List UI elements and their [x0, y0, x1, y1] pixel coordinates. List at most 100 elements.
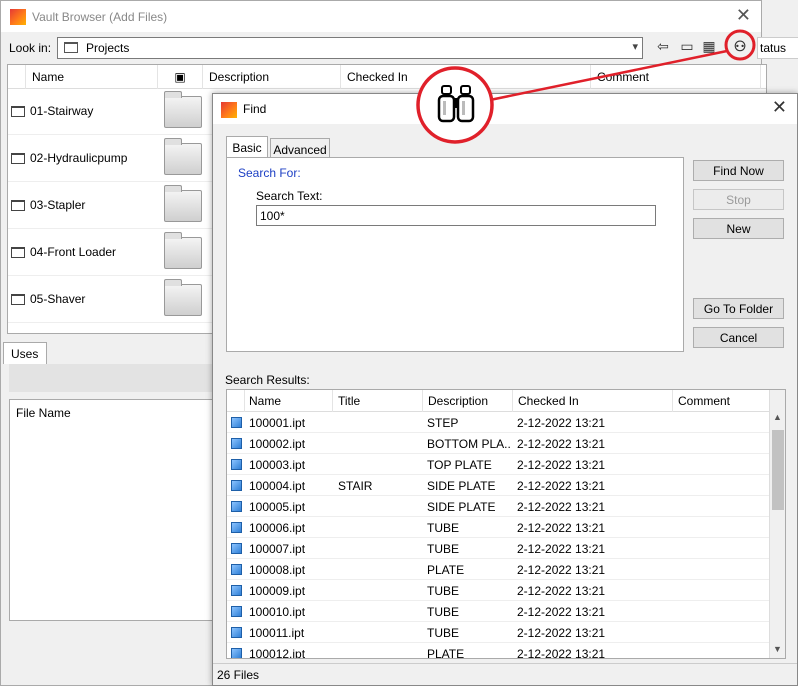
result-row[interactable]: 100006.ipt TUBE 2-12-2022 13:21 — [227, 517, 770, 538]
back-arrow-icon[interactable]: ⇦ — [653, 38, 673, 56]
vault-title-bar: Vault Browser (Add Files) ✕ — [1, 1, 761, 32]
result-row[interactable]: 100012.ipt PLATE 2-12-2022 13:21 — [227, 643, 770, 659]
result-row[interactable]: 100007.ipt TUBE 2-12-2022 13:21 — [227, 538, 770, 559]
result-row[interactable]: 100004.ipt STAIR SIDE PLATE 2-12-2022 13:21 — [227, 475, 770, 496]
result-description: TUBE — [427, 584, 460, 598]
folder-icon — [64, 42, 78, 53]
result-description: TUBE — [427, 626, 460, 640]
up-folder-icon[interactable]: ▭ — [677, 38, 697, 56]
folder-name: 03-Stapler — [30, 198, 86, 212]
result-description: TOP PLATE — [427, 458, 492, 472]
status-column-header[interactable]: tatus — [757, 37, 798, 59]
result-row[interactable]: 100003.ipt TOP PLATE 2-12-2022 13:21 — [227, 454, 770, 475]
search-text-input[interactable] — [256, 205, 656, 226]
vertical-scrollbar[interactable]: ▲ ▼ — [769, 390, 785, 658]
result-row[interactable]: 100008.ipt PLATE 2-12-2022 13:21 — [227, 559, 770, 580]
result-description: PLATE — [427, 563, 465, 577]
find-dialog-title: Find — [243, 102, 267, 116]
result-name: 100010.ipt — [249, 605, 306, 619]
result-name: 100012.ipt — [249, 647, 306, 659]
result-checked-in: 2-12-2022 13:21 — [517, 605, 606, 619]
result-row[interactable]: 100002.ipt BOTTOM PLA... 2-12-2022 13:21 — [227, 433, 770, 454]
stop-button[interactable]: Stop — [693, 189, 784, 210]
folder-icon — [11, 153, 25, 164]
result-name: 100008.ipt — [249, 563, 306, 577]
column-checked-in[interactable]: Checked In — [513, 390, 673, 412]
column-name[interactable]: Name — [26, 65, 158, 89]
result-name: 100003.ipt — [249, 458, 306, 472]
result-checked-in: 2-12-2022 13:21 — [517, 458, 606, 472]
new-search-button[interactable]: New — [693, 218, 784, 239]
chevron-down-icon[interactable]: ▾ — [632, 40, 638, 53]
folder-thumbnail-icon — [164, 279, 202, 316]
result-name: 100007.ipt — [249, 542, 306, 556]
find-now-button[interactable]: Find Now — [693, 160, 784, 181]
result-checked-in: 2-12-2022 13:21 — [517, 500, 606, 514]
close-icon[interactable]: ✕ — [772, 97, 787, 118]
column-file-name[interactable]: File Name — [16, 406, 71, 420]
column-description[interactable]: Description — [423, 390, 513, 412]
folder-thumbnail-icon — [164, 91, 202, 128]
file-type-column-icon[interactable] — [227, 390, 245, 412]
basic-search-panel: Search For: Search Text: — [226, 157, 684, 352]
result-row[interactable]: 100010.ipt TUBE 2-12-2022 13:21 — [227, 601, 770, 622]
close-icon[interactable]: ✕ — [736, 5, 751, 26]
find-title-bar: Find ✕ — [213, 94, 797, 124]
uses-toolbar — [9, 364, 219, 392]
result-row[interactable]: 100011.ipt TUBE 2-12-2022 13:21 — [227, 622, 770, 643]
results-header: Name Title Description Checked In Commen… — [227, 390, 770, 412]
result-name: 100011.ipt — [249, 626, 305, 640]
part-file-icon — [231, 627, 242, 638]
result-checked-in: 2-12-2022 13:21 — [517, 437, 606, 451]
column-comment[interactable]: Comment — [591, 65, 761, 89]
file-type-column-icon[interactable] — [8, 65, 26, 89]
thumbnail-column-icon[interactable]: ▣ — [158, 65, 203, 89]
part-file-icon — [231, 564, 242, 575]
folder-thumbnail-icon — [164, 138, 202, 175]
search-for-label: Search For: — [238, 166, 301, 180]
scroll-down-icon[interactable]: ▼ — [773, 644, 782, 654]
result-description: SIDE PLATE — [427, 500, 496, 514]
column-name[interactable]: Name — [245, 390, 333, 412]
result-row[interactable]: 100005.ipt SIDE PLATE 2-12-2022 13:21 — [227, 496, 770, 517]
result-name: 100001.ipt — [249, 416, 306, 430]
uses-list: File Name — [9, 399, 219, 621]
column-title[interactable]: Title — [333, 390, 423, 412]
look-in-label: Look in: — [9, 41, 52, 55]
tab-basic[interactable]: Basic — [226, 136, 268, 158]
vault-window-title: Vault Browser (Add Files) — [32, 10, 168, 24]
scrollbar-thumb[interactable] — [772, 430, 784, 510]
look-in-value: Projects — [86, 41, 130, 55]
result-checked-in: 2-12-2022 13:21 — [517, 584, 606, 598]
result-description: SIDE PLATE — [427, 479, 496, 493]
result-checked-in: 2-12-2022 13:21 — [517, 647, 606, 659]
result-row[interactable]: 100001.ipt STEP 2-12-2022 13:21 — [227, 412, 770, 433]
binoculars-icon[interactable]: ⚇ — [730, 38, 750, 56]
folder-icon — [11, 106, 25, 117]
result-description: BOTTOM PLA... — [427, 437, 511, 451]
go-to-folder-button[interactable]: Go To Folder — [693, 298, 784, 319]
app-logo-icon — [221, 102, 237, 118]
part-file-icon — [231, 543, 242, 554]
app-logo-icon — [10, 9, 26, 25]
folder-name: 01-Stairway — [30, 104, 94, 118]
result-row[interactable]: 100009.ipt TUBE 2-12-2022 13:21 — [227, 580, 770, 601]
tab-uses[interactable]: Uses — [3, 342, 47, 364]
folder-name: 04-Front Loader — [30, 245, 117, 259]
result-name: 100006.ipt — [249, 521, 306, 535]
column-comment[interactable]: Comment — [673, 390, 770, 412]
part-file-icon — [231, 459, 242, 470]
cancel-button[interactable]: Cancel — [693, 327, 784, 348]
result-description: STEP — [427, 416, 459, 430]
column-description[interactable]: Description — [203, 65, 341, 89]
search-results-list: Name Title Description Checked In Commen… — [226, 389, 786, 659]
look-in-dropdown[interactable]: Projects ▾ — [57, 37, 643, 59]
folder-name: 05-Shaver — [30, 292, 86, 306]
folder-thumbnail-icon — [164, 232, 202, 269]
part-file-icon — [231, 606, 242, 617]
view-options-icon[interactable]: ▦ — [699, 38, 719, 56]
result-checked-in: 2-12-2022 13:21 — [517, 521, 606, 535]
part-file-icon — [231, 438, 242, 449]
scroll-up-icon[interactable]: ▲ — [773, 412, 782, 422]
tab-advanced[interactable]: Advanced — [270, 138, 330, 159]
